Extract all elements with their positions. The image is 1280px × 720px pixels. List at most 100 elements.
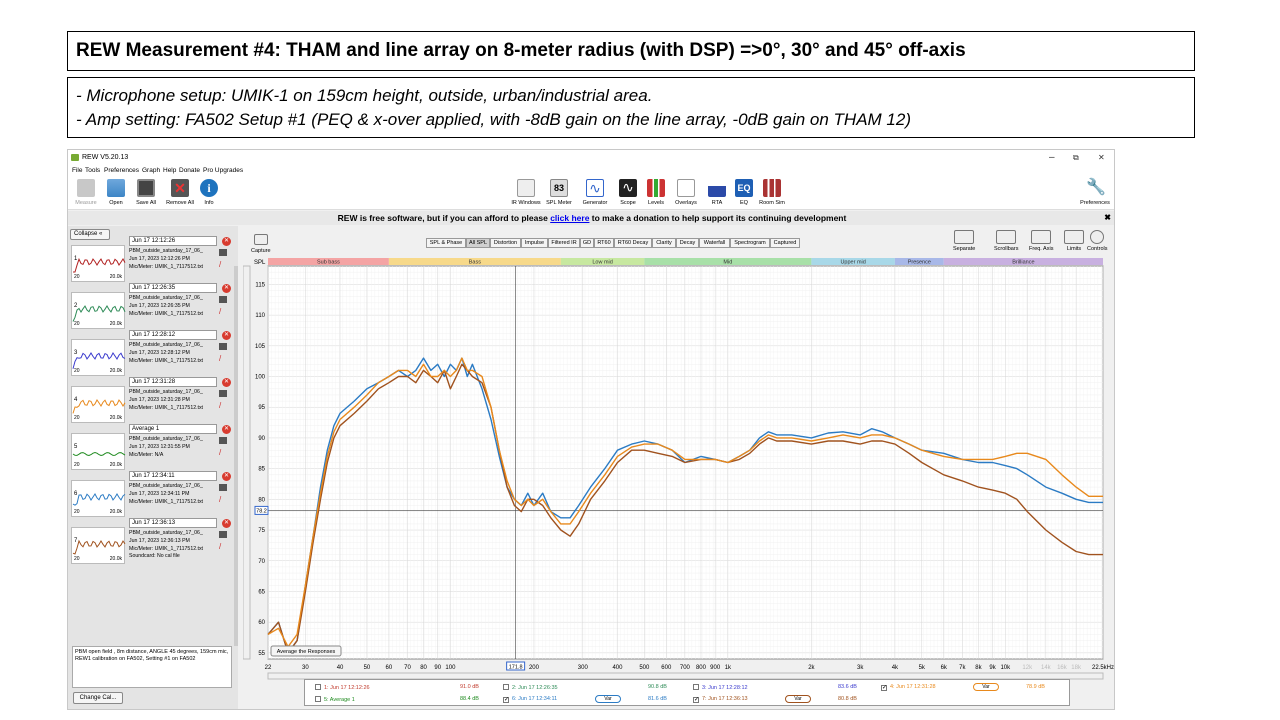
pencil-icon[interactable]: / <box>219 401 221 410</box>
minimize-button[interactable]: – <box>1049 152 1055 163</box>
measurement-thumbnail[interactable]: 7 20 20.0k <box>71 527 126 564</box>
delete-measurement-icon[interactable]: ✕ <box>222 425 231 434</box>
open-button[interactable]: Open <box>99 179 133 206</box>
spl-meter-button[interactable]: 83 SPL Meter <box>542 179 576 206</box>
measurement-name-field[interactable]: Jun 17 12:28:12 <box>129 330 217 340</box>
chart-settings-icon[interactable] <box>219 437 227 444</box>
overlays-button[interactable]: Overlays <box>669 179 703 206</box>
tab-decay[interactable]: Decay <box>676 238 699 248</box>
measurement-name-field[interactable]: Average 1 <box>129 424 217 434</box>
measurement-thumbnail[interactable]: 3 20 20.0k <box>71 339 126 376</box>
delete-measurement-icon[interactable]: ✕ <box>222 472 231 481</box>
measurement-name-field[interactable]: Jun 17 12:36:13 <box>129 518 217 528</box>
legend-checkbox[interactable] <box>315 684 321 690</box>
menu-pro-upgrades[interactable]: Pro Upgrades <box>203 167 243 174</box>
info-button[interactable]: i Info <box>192 179 226 206</box>
delete-measurement-icon[interactable]: ✕ <box>222 519 231 528</box>
menu-donate[interactable]: Donate <box>179 167 200 174</box>
measurement-item[interactable]: 3 20 20.0k Jun 17 12:28:12 ✕ / PBM_outside_sat… <box>71 330 233 376</box>
measurement-item[interactable]: 5 20 20.0k Average 1 ✕ / PBM_outside_saturday_… <box>71 424 233 470</box>
legend-checkbox[interactable] <box>503 684 509 690</box>
room-sim-button[interactable]: Room Sim <box>755 179 789 206</box>
menu-graph[interactable]: Graph <box>142 167 160 174</box>
chart-settings-icon[interactable] <box>219 484 227 491</box>
pencil-icon[interactable]: / <box>219 260 221 269</box>
panel-scrollbar[interactable] <box>234 266 238 646</box>
maximize-button[interactable]: ⧉ <box>1073 153 1079 163</box>
measurement-notes[interactable]: PBM open field , 8m distance, ANGLE 45 d… <box>72 646 232 688</box>
legend-var-box[interactable]: Var <box>595 695 621 703</box>
preferences-button[interactable]: 🔧 Preferences <box>1076 179 1114 206</box>
y-scrollbar[interactable] <box>243 265 251 660</box>
measurement-thumbnail[interactable]: 6 20 20.0k <box>71 480 126 517</box>
measurement-item[interactable]: 1 20 20.0k Jun 17 12:12:26 ✕ / PBM_outside_sat… <box>71 236 233 282</box>
legend-checkbox[interactable]: ✓ <box>503 697 509 703</box>
generator-button[interactable]: ∿ Generator <box>578 179 612 206</box>
delete-measurement-icon[interactable]: ✕ <box>222 378 231 387</box>
pencil-icon[interactable]: / <box>219 307 221 316</box>
capture-button[interactable]: Capture <box>251 234 271 254</box>
pencil-icon[interactable]: / <box>219 354 221 363</box>
pencil-icon[interactable]: / <box>219 448 221 457</box>
levels-button[interactable]: Levels <box>639 179 673 206</box>
tab-waterfall[interactable]: Waterfall <box>699 238 730 248</box>
scrollbars-button[interactable]: Scrollbars <box>994 230 1018 252</box>
legend-item[interactable]: 3: Jun 17 12:28:12 83.6 dB <box>693 684 857 691</box>
measurement-item[interactable]: 6 20 20.0k Jun 17 12:34:11 ✕ / PBM_outside_sat… <box>71 471 233 517</box>
legend-checkbox[interactable]: ✓ <box>693 697 699 703</box>
measurement-thumbnail[interactable]: 1 20 20.0k <box>71 245 126 282</box>
save-all-button[interactable]: Save All <box>129 179 163 206</box>
tab-filtered-ir[interactable]: Filtered IR <box>548 238 580 248</box>
tab-captured[interactable]: Captured <box>770 238 800 248</box>
measurement-item[interactable]: 2 20 20.0k Jun 17 12:26:35 ✕ / PBM_outside_sat… <box>71 283 233 329</box>
tab-clarity[interactable]: Clarity <box>652 238 676 248</box>
legend-item[interactable]: 1: Jun 17 12:12:26 91.0 dB <box>315 684 479 691</box>
legend-item[interactable]: ✓ 7: Jun 17 12:36:13 80.8 dB Var <box>693 695 857 703</box>
chart-settings-icon[interactable] <box>219 343 227 350</box>
legend-item[interactable]: ✓ 4: Jun 17 12:31:28 78.9 dB Var <box>881 683 1045 691</box>
separate-button[interactable]: Separate <box>953 230 975 252</box>
delete-measurement-icon[interactable]: ✕ <box>222 284 231 293</box>
change-cal-button[interactable]: Change Cal... <box>73 692 123 704</box>
spl-graph[interactable]: Sub bass Bass Low mid Mid Upper mid Presence B… <box>243 256 1115 710</box>
banner-close-icon[interactable]: ✖ <box>1104 211 1111 225</box>
freq-axis-button[interactable]: Freq. Axis <box>1029 230 1053 252</box>
ir-windows-button[interactable]: IR Windows <box>509 179 543 206</box>
legend-var-box[interactable]: Var <box>785 695 811 703</box>
close-button[interactable]: ✕ <box>1098 153 1105 162</box>
tab-distortion[interactable]: Distortion <box>490 238 521 248</box>
tab-spectrogram[interactable]: Spectrogram <box>730 238 770 248</box>
legend-checkbox[interactable] <box>315 696 321 702</box>
measurement-item[interactable]: 7 20 20.0k Jun 17 12:36:13 ✕ / PBM_outside_sat… <box>71 518 233 564</box>
tab-impulse[interactable]: Impulse <box>521 238 548 248</box>
measurement-name-field[interactable]: Jun 17 12:31:28 <box>129 377 217 387</box>
measurement-thumbnail[interactable]: 5 20 20.0k <box>71 433 126 470</box>
measurement-item[interactable]: 4 20 20.0k Jun 17 12:31:28 ✕ / PBM_outside_sat… <box>71 377 233 423</box>
legend-var-box[interactable]: Var <box>973 683 999 691</box>
tab-all-spl[interactable]: All SPL <box>466 238 490 248</box>
chart-settings-icon[interactable] <box>219 296 227 303</box>
tab-spl-phase[interactable]: SPL & Phase <box>426 238 466 248</box>
menu-preferences[interactable]: Preferences <box>104 167 139 174</box>
limits-button[interactable]: Limits <box>1064 230 1084 252</box>
delete-measurement-icon[interactable]: ✕ <box>222 331 231 340</box>
menu-tools[interactable]: Tools <box>85 167 100 174</box>
chart-settings-icon[interactable] <box>219 249 227 256</box>
legend-item[interactable]: 2: Jun 17 12:26:35 90.8 dB <box>503 684 667 691</box>
measurement-thumbnail[interactable]: 4 20 20.0k <box>71 386 126 423</box>
legend-item[interactable]: ✓ 6: Jun 17 12:34:11 81.6 dB Var <box>503 695 667 703</box>
legend-checkbox[interactable]: ✓ <box>881 685 887 691</box>
donate-link[interactable]: click here <box>550 213 589 223</box>
pencil-icon[interactable]: / <box>219 495 221 504</box>
menu-file[interactable]: File <box>72 167 82 174</box>
delete-measurement-icon[interactable]: ✕ <box>222 237 231 246</box>
pencil-icon[interactable]: / <box>219 542 221 551</box>
menu-help[interactable]: Help <box>163 167 176 174</box>
tab-gd[interactable]: GD <box>580 238 594 248</box>
tab-rt60-decay[interactable]: RT60 Decay <box>614 238 652 248</box>
measurement-name-field[interactable]: Jun 17 12:34:11 <box>129 471 217 481</box>
chart-settings-icon[interactable] <box>219 531 227 538</box>
measurement-thumbnail[interactable]: 2 20 20.0k <box>71 292 126 329</box>
tab-rt60[interactable]: RT60 <box>594 238 614 248</box>
chart-settings-icon[interactable] <box>219 390 227 397</box>
